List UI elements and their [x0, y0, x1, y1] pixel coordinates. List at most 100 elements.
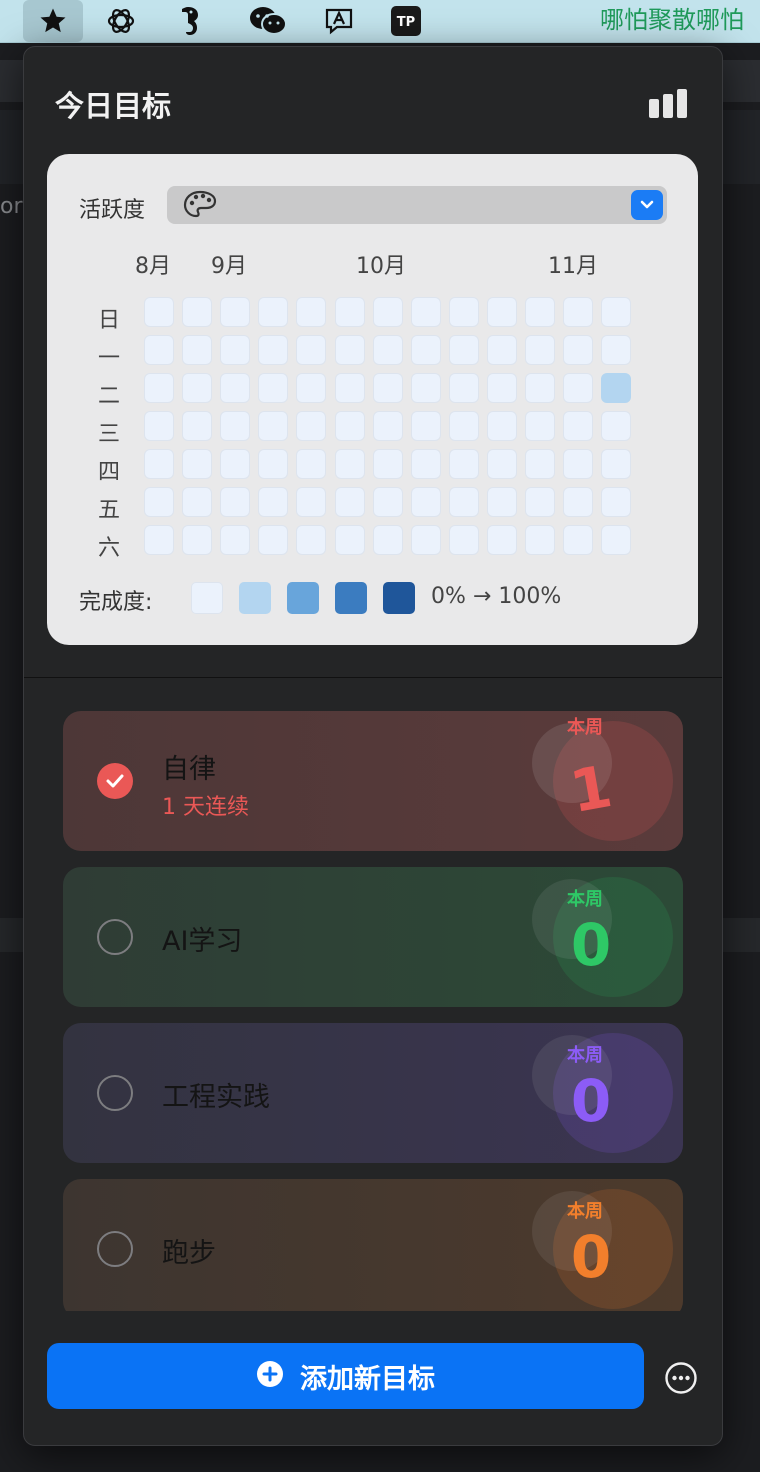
heatmap-cell[interactable]: [372, 411, 403, 441]
heatmap-cell[interactable]: [220, 373, 251, 403]
star-icon[interactable]: [23, 0, 83, 42]
checkmark-circle-icon[interactable]: [97, 763, 133, 799]
heatmap-cell[interactable]: [144, 487, 174, 517]
heatmap-cell[interactable]: [182, 525, 213, 555]
goal-card-running[interactable]: 跑步 本周 0: [63, 1179, 683, 1311]
input-method-icon[interactable]: [309, 0, 369, 42]
heatmap-cell[interactable]: [372, 297, 403, 327]
heatmap-cell[interactable]: [334, 297, 365, 327]
heatmap-cell[interactable]: [144, 373, 174, 403]
heatmap-cell[interactable]: [182, 449, 213, 479]
heatmap-cell[interactable]: [372, 487, 403, 517]
heatmap-cell[interactable]: [144, 525, 174, 555]
heatmap-cell[interactable]: [296, 525, 327, 555]
heatmap-cell[interactable]: [182, 411, 213, 441]
heatmap-cell[interactable]: [220, 411, 251, 441]
heatmap-cell[interactable]: [486, 411, 517, 441]
heatmap-cell[interactable]: [601, 373, 632, 403]
heatmap-cell[interactable]: [220, 297, 251, 327]
add-goal-button[interactable]: 添加新目标: [47, 1343, 644, 1409]
heatmap-cell[interactable]: [448, 525, 479, 555]
typora-icon[interactable]: TP: [376, 0, 436, 42]
heatmap-cell[interactable]: [448, 373, 479, 403]
heatmap-cell[interactable]: [486, 335, 517, 365]
heatmap-cell[interactable]: [563, 449, 594, 479]
heatmap-cell[interactable]: [258, 335, 289, 365]
chevron-down-icon[interactable]: [631, 190, 663, 220]
heatmap-cell[interactable]: [144, 449, 174, 479]
heatmap-cell[interactable]: [563, 487, 594, 517]
wechat-icon[interactable]: [238, 0, 298, 42]
heatmap-cell[interactable]: [182, 373, 213, 403]
heatmap-cell[interactable]: [220, 335, 251, 365]
heatmap-cell[interactable]: [525, 373, 555, 403]
heatmap-cell[interactable]: [296, 373, 327, 403]
heatmap-cell[interactable]: [601, 411, 632, 441]
heatmap-cell[interactable]: [563, 297, 594, 327]
heatmap-cell[interactable]: [525, 335, 555, 365]
heatmap-cell[interactable]: [258, 525, 289, 555]
heatmap-cell[interactable]: [220, 487, 251, 517]
heatmap-cell[interactable]: [410, 411, 441, 441]
heatmap-cell[interactable]: [182, 335, 213, 365]
heatmap-cell[interactable]: [486, 449, 517, 479]
heatmap-cell[interactable]: [144, 335, 174, 365]
heatmap-cell[interactable]: [563, 525, 594, 555]
goal-card-self-discipline[interactable]: 自律 1 天连续 本周 1: [63, 711, 683, 851]
heatmap-cell[interactable]: [410, 297, 441, 327]
heatmap-cell[interactable]: [486, 525, 517, 555]
heatmap-cell[interactable]: [220, 449, 251, 479]
ellipsis-circle-icon[interactable]: [664, 1361, 698, 1399]
heatmap-cell[interactable]: [372, 449, 403, 479]
heatmap-cell[interactable]: [601, 449, 632, 479]
heatmap-cell[interactable]: [258, 373, 289, 403]
circle-icon[interactable]: [97, 1075, 133, 1111]
seahorse-icon[interactable]: [162, 0, 222, 42]
heatmap-cell[interactable]: [601, 487, 632, 517]
heatmap-cell[interactable]: [601, 525, 632, 555]
heatmap-cell[interactable]: [296, 297, 327, 327]
heatmap-cell[interactable]: [334, 487, 365, 517]
heatmap-cell[interactable]: [296, 449, 327, 479]
activity-select[interactable]: [167, 186, 667, 224]
heatmap-cell[interactable]: [372, 373, 403, 403]
heatmap-cell[interactable]: [410, 335, 441, 365]
heatmap-cell[interactable]: [525, 487, 555, 517]
heatmap-cell[interactable]: [448, 487, 479, 517]
heatmap-cell[interactable]: [410, 449, 441, 479]
heatmap-cell[interactable]: [448, 449, 479, 479]
heatmap-cell[interactable]: [525, 411, 555, 441]
heatmap-cell[interactable]: [372, 335, 403, 365]
heatmap-cell[interactable]: [525, 525, 555, 555]
circle-icon[interactable]: [97, 919, 133, 955]
heatmap-cell[interactable]: [448, 297, 479, 327]
heatmap-cell[interactable]: [182, 297, 213, 327]
heatmap-cell[interactable]: [410, 487, 441, 517]
heatmap-cell[interactable]: [258, 297, 289, 327]
heatmap-cell[interactable]: [601, 297, 632, 327]
heatmap-cell[interactable]: [334, 373, 365, 403]
heatmap-cell[interactable]: [563, 411, 594, 441]
heatmap-cell[interactable]: [258, 411, 289, 441]
goal-card-engineering-practice[interactable]: 工程实践 本周 0: [63, 1023, 683, 1163]
heatmap-cell[interactable]: [525, 449, 555, 479]
heatmap-cell[interactable]: [182, 487, 213, 517]
heatmap-cell[interactable]: [220, 525, 251, 555]
heatmap-cell[interactable]: [144, 411, 174, 441]
heatmap-cell[interactable]: [334, 411, 365, 441]
openai-icon[interactable]: [91, 0, 151, 42]
heatmap-cell[interactable]: [486, 373, 517, 403]
heatmap-cell[interactable]: [258, 487, 289, 517]
heatmap-cell[interactable]: [334, 449, 365, 479]
heatmap-cell[interactable]: [296, 335, 327, 365]
heatmap-cell[interactable]: [448, 335, 479, 365]
heatmap-cell[interactable]: [144, 297, 174, 327]
heatmap-cell[interactable]: [258, 449, 289, 479]
bar-chart-icon[interactable]: [648, 87, 688, 123]
heatmap-cell[interactable]: [601, 335, 632, 365]
heatmap-cell[interactable]: [372, 525, 403, 555]
heatmap-cell[interactable]: [563, 373, 594, 403]
heatmap-cell[interactable]: [448, 411, 479, 441]
heatmap-cell[interactable]: [296, 487, 327, 517]
heatmap-cell[interactable]: [410, 373, 441, 403]
